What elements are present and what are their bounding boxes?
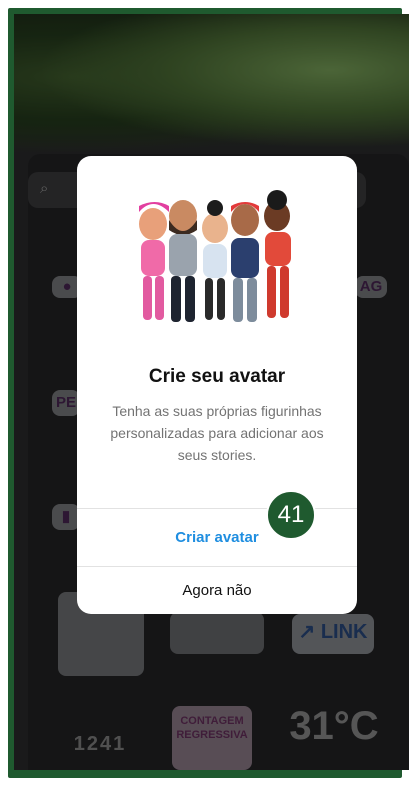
dialog-description: Tenha as suas próprias figurinhas person… xyxy=(110,403,324,463)
avatar-dialog: Crie seu avatar Tenha as suas próprias f… xyxy=(77,156,357,614)
annotation-badge: 41 xyxy=(266,490,316,540)
not-now-button[interactable]: Agora não xyxy=(77,566,357,614)
dialog-title: Crie seu avatar xyxy=(148,366,286,387)
avatar-group-illustration xyxy=(139,190,291,322)
